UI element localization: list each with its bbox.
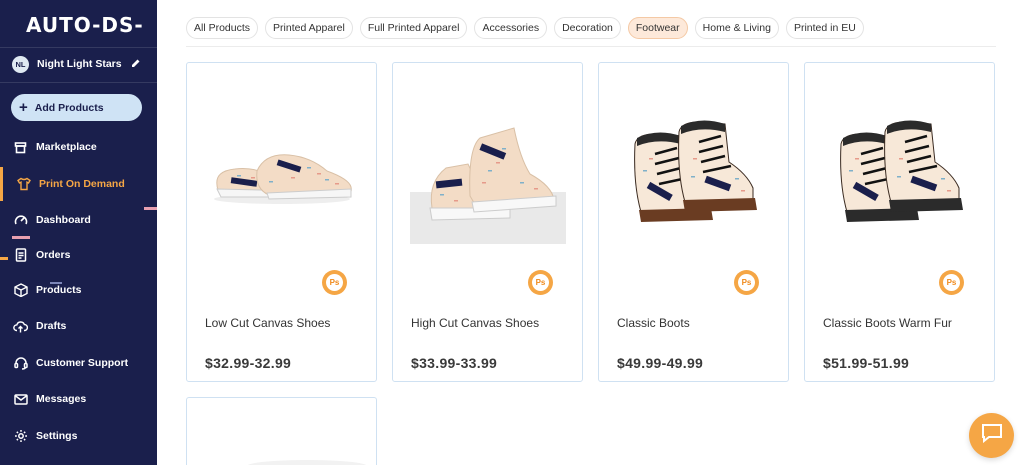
ps-badge: Ps [734,270,759,295]
document-icon [13,248,28,263]
add-products-label: Add Products [34,101,104,114]
product-price: $51.99-51.99 [823,355,910,371]
gauge-icon [13,213,28,228]
sidebar-item-label: Customer Support [36,357,129,369]
sidebar-item-customer-support[interactable]: Customer Support [0,348,157,378]
sidebar-item-label: Print On Demand [39,178,125,190]
filter-home-living[interactable]: Home & Living [694,17,779,39]
sidebar-item-label: Marketplace [36,141,97,153]
product-image [403,73,573,273]
box-icon [13,283,28,298]
product-name: Low Cut Canvas Shoes [205,316,331,330]
add-products-button[interactable]: + Add Products [11,94,142,121]
chat-button[interactable] [969,413,1014,458]
product-name: Classic Boots [617,316,690,330]
sidebar-item-print-on-demand[interactable]: Print On Demand [0,169,157,199]
filter-printed-in-eu[interactable]: Printed in EU [785,17,864,39]
accent-mark [0,257,8,260]
product-card-low-cut-canvas-shoes[interactable]: Ps Low Cut Canvas Shoes $32.99-32.99 [186,62,377,382]
filter-full-printed-apparel[interactable]: Full Printed Apparel [359,17,468,39]
filter-divider [186,46,996,47]
product-card-classic-boots[interactable]: Ps Classic Boots $49.99-49.99 [598,62,789,382]
app-root: AUTO-DS- NL Night Light Stars + Add Prod… [0,0,1024,465]
product-price: $32.99-32.99 [205,355,292,371]
sidebar-item-label: Messages [36,393,87,405]
product-price: $33.99-33.99 [411,355,498,371]
sidebar-item-label: Orders [36,249,71,261]
autods-logo[interactable]: AUTO-DS- [26,13,144,37]
pencil-icon[interactable] [131,58,141,71]
filter-printed-apparel[interactable]: Printed Apparel [265,17,353,39]
filter-accessories[interactable]: Accessories [474,17,548,39]
product-price: $49.99-49.99 [617,355,704,371]
sidebar-item-label: Dashboard [36,214,91,226]
sidebar-divider [0,47,157,48]
cloud-upload-icon [13,319,28,334]
accent-mark [12,236,30,239]
product-image [609,73,779,273]
sidebar-item-drafts[interactable]: Drafts [0,311,157,341]
chat-bubble-icon [981,423,1003,448]
accent-mark [50,282,62,284]
ps-badge-label: Ps [532,274,549,291]
store-name: Night Light Stars [37,58,122,70]
store-avatar: NL [12,55,29,73]
store-icon [13,140,28,155]
product-card-partial[interactable] [186,397,377,465]
store-selector[interactable]: NL Night Light Stars [12,55,147,73]
sidebar-item-orders[interactable]: Orders [0,240,157,270]
sidebar-item-messages[interactable]: Messages [0,384,157,414]
sidebar-item-settings[interactable]: Settings [0,421,157,451]
product-image [247,460,367,465]
ps-badge-label: Ps [943,274,960,291]
sidebar-item-products[interactable]: Products [0,275,157,305]
filter-footwear[interactable]: Footwear [627,17,688,39]
sidebar-item-label: Drafts [36,320,67,332]
sidebar-divider [0,82,157,83]
product-image [815,73,985,273]
category-filters: All Products Printed Apparel Full Printe… [186,17,864,39]
filter-decoration[interactable]: Decoration [554,17,621,39]
ps-badge-label: Ps [738,274,755,291]
ps-badge: Ps [322,270,347,295]
product-card-high-cut-canvas-shoes[interactable]: Ps High Cut Canvas Shoes $33.99-33.99 [392,62,583,382]
ps-badge: Ps [528,270,553,295]
sidebar-item-dashboard[interactable]: Dashboard [0,205,157,235]
product-name: Classic Boots Warm Fur [823,316,952,330]
sidebar-item-label: Products [36,284,82,296]
filter-all-products[interactable]: All Products [186,17,259,39]
sidebar-item-label: Settings [36,430,78,442]
headset-icon [13,356,28,371]
ps-badge-label: Ps [326,274,343,291]
plus-icon: + [19,99,28,116]
ps-badge: Ps [939,270,964,295]
product-name: High Cut Canvas Shoes [411,316,540,330]
gear-icon [13,429,28,444]
sidebar: AUTO-DS- NL Night Light Stars + Add Prod… [0,0,157,465]
print-shirt-icon [16,177,31,192]
product-image [197,73,367,273]
sidebar-item-marketplace[interactable]: Marketplace [0,132,157,162]
envelope-icon [13,392,28,407]
product-card-classic-boots-warm-fur[interactable]: Ps Classic Boots Warm Fur $51.99-51.99 [804,62,995,382]
